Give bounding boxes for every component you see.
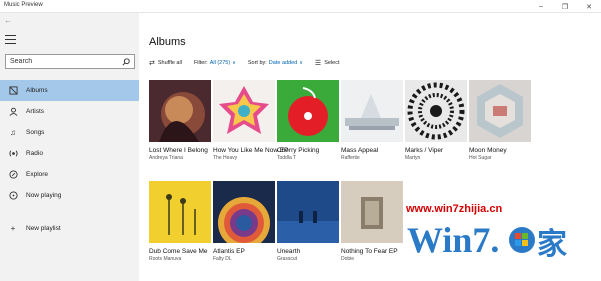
album-artist: Toddla T [277, 155, 297, 161]
album-title: Unearth [277, 248, 301, 255]
now-playing-icon [8, 191, 18, 201]
select-button[interactable]: ☰ Select [315, 59, 340, 67]
svg-text:家: 家 [537, 227, 567, 262]
album-artist: Raffertie [341, 155, 360, 161]
album-title: Mass Appeal [341, 147, 379, 154]
album-art [277, 181, 339, 243]
album-art [213, 80, 275, 142]
sidebar-item-label: Artists [26, 108, 45, 115]
sidebar-item-label: Radio [26, 150, 43, 157]
album-tile[interactable]: Lost Where I Belong Andreya Triana [149, 80, 211, 161]
hamburger-menu-icon[interactable] [5, 35, 16, 44]
watermark-url: www.win7zhijia.cn [406, 203, 503, 215]
select-list-icon: ☰ [314, 60, 322, 67]
sidebar-item-label: Albums [26, 87, 48, 94]
back-arrow-icon[interactable]: ← [2, 15, 14, 25]
watermark-logo: Win7. 家 [407, 220, 567, 262]
album-artist: Martyn [405, 155, 421, 161]
minimize-button[interactable]: – [529, 0, 553, 13]
window-controls: – ❐ ✕ [529, 0, 601, 13]
album-tile[interactable]: Dub Come Save Me Roots Manuva [149, 181, 211, 262]
album-tile[interactable]: Nothing To Fear EP Dobie [341, 181, 403, 262]
search-input[interactable] [10, 58, 121, 65]
album-artist: Falty DL [213, 256, 232, 262]
shuffle-icon: ⇄ [149, 60, 155, 67]
album-tile[interactable]: Unearth Grasscut [277, 181, 339, 262]
page-title: Albums [149, 36, 186, 48]
radio-icon [8, 149, 18, 159]
sidebar-nav: Albums Artists ♫ Songs Radio Explore Now… [0, 80, 139, 239]
album-art [149, 80, 211, 142]
note-icon: ♫ [10, 128, 16, 137]
title-bar: Music Preview – ❐ ✕ [0, 0, 601, 13]
toolbar: ⇄ Shuffle all Filter: All (275) ∨ Sort b… [149, 58, 352, 68]
plus-icon: + [10, 224, 16, 233]
filter-value: All (275) [209, 60, 231, 66]
album-art [341, 181, 403, 243]
explore-icon [8, 170, 18, 180]
sidebar: ← Albums Artists ♫ Songs Radio Explore [0, 13, 139, 281]
album-artist: Roots Manuva [149, 256, 182, 262]
filter-dropdown[interactable]: Filter: All (275) ∨ [194, 60, 236, 66]
chevron-down-icon: ∨ [299, 60, 303, 66]
album-title: Moon Money [469, 147, 507, 154]
sidebar-item-radio[interactable]: Radio [0, 143, 139, 164]
album-icon [8, 86, 18, 96]
sidebar-item-new-playlist[interactable]: + New playlist [0, 218, 139, 239]
sidebar-item-artists[interactable]: Artists [0, 101, 139, 122]
album-tile[interactable]: Cherry Picking Toddla T [277, 80, 339, 161]
album-tile[interactable]: Mass Appeal Raffertie [341, 80, 403, 161]
sidebar-item-label: New playlist [26, 225, 61, 232]
album-artist: The Heavy [213, 155, 238, 161]
select-label: Select [324, 60, 340, 66]
album-tile[interactable]: Moon Money Hot Sugar [469, 80, 531, 161]
album-art [277, 80, 339, 142]
album-tile[interactable]: Marks / Viper Martyn [405, 80, 467, 161]
sidebar-item-songs[interactable]: ♫ Songs [0, 122, 139, 143]
shuffle-all-button[interactable]: ⇄ Shuffle all [149, 59, 182, 67]
album-title: Dub Come Save Me [149, 248, 208, 255]
album-artist: Andreya Triana [149, 155, 183, 161]
sidebar-item-label: Now playing [26, 192, 62, 199]
app-title: Music Preview [4, 2, 43, 8]
maximize-button[interactable]: ❐ [553, 0, 577, 13]
album-title: Atlantis EP [213, 248, 245, 255]
album-artist: Dobie [341, 256, 355, 262]
album-art [405, 80, 467, 142]
svg-text:Win7.: Win7. [407, 220, 499, 260]
chevron-down-icon: ∨ [232, 60, 236, 66]
sort-value: Date added [268, 60, 298, 66]
album-art [213, 181, 275, 243]
album-art [469, 80, 531, 142]
close-button[interactable]: ✕ [577, 0, 601, 13]
artist-icon [8, 107, 18, 117]
album-title: Lost Where I Belong [149, 147, 208, 154]
sidebar-item-explore[interactable]: Explore [0, 164, 139, 185]
album-tile[interactable]: Atlantis EP Falty DL [213, 181, 275, 262]
album-artist: Grasscut [277, 256, 298, 262]
album-art [149, 181, 211, 243]
sidebar-item-label: Songs [26, 129, 45, 136]
album-title: Cherry Picking [277, 147, 320, 154]
sidebar-item-albums[interactable]: Albums [0, 80, 139, 101]
shuffle-label: Shuffle all [157, 60, 182, 66]
search-box[interactable] [5, 54, 135, 69]
album-title: How You Like Me Now EP [213, 147, 289, 154]
album-title: Nothing To Fear EP [341, 248, 398, 255]
sidebar-item-now-playing[interactable]: Now playing [0, 185, 139, 206]
sidebar-item-label: Explore [26, 171, 49, 178]
album-art [341, 80, 403, 142]
filter-label: Filter: [193, 60, 208, 66]
album-title: Marks / Viper [405, 147, 444, 154]
album-tile[interactable]: How You Like Me Now EP The Heavy [213, 80, 289, 161]
sort-dropdown[interactable]: Sort by: Date added ∨ [248, 60, 303, 66]
sort-label: Sort by: [247, 60, 267, 66]
album-artist: Hot Sugar [469, 155, 492, 161]
search-icon[interactable] [121, 57, 130, 66]
